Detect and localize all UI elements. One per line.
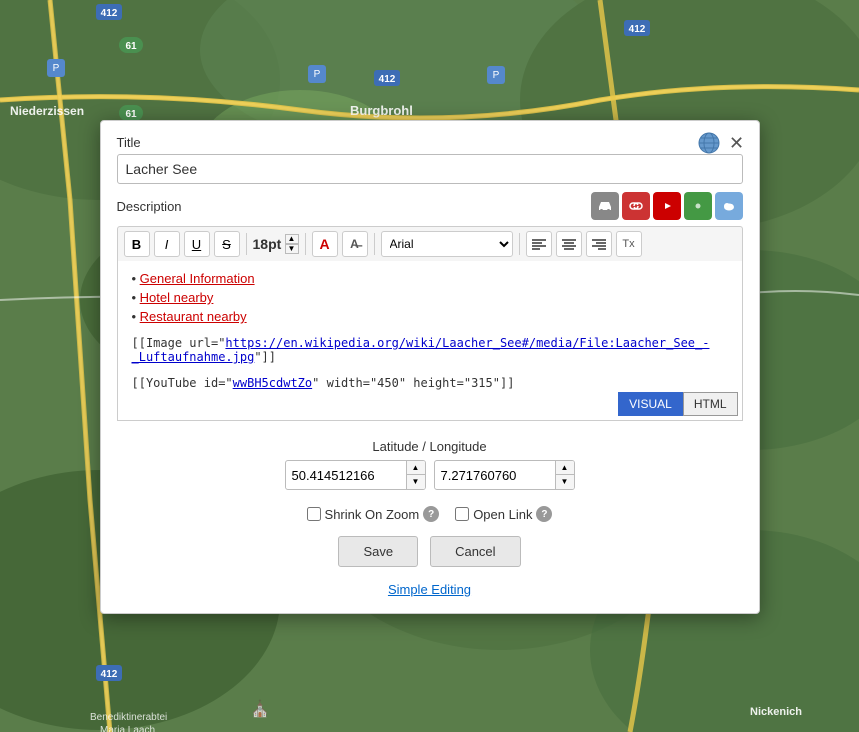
html-view-button[interactable]: HTML: [683, 392, 738, 416]
youtube-id[interactable]: wwBH5cdwtZo: [233, 376, 312, 390]
shrink-checkbox[interactable]: [307, 507, 321, 521]
description-section: Description: [101, 192, 759, 429]
description-label: Description: [117, 199, 182, 214]
youtube-icon-button[interactable]: [653, 192, 681, 220]
underline-button[interactable]: U: [184, 231, 210, 257]
restaurant-link[interactable]: Restaurant nearby: [140, 309, 247, 324]
photo-icon-button[interactable]: [684, 192, 712, 220]
desc-icon-group: [591, 192, 743, 220]
list-item-hotel: Hotel nearby: [132, 290, 728, 305]
lng-spinners: ▲ ▼: [555, 461, 574, 489]
edit-modal: ✕ Title Description: [100, 120, 760, 614]
lat-down[interactable]: ▼: [407, 475, 425, 489]
longitude-input-group: ▲ ▼: [434, 460, 575, 490]
car-icon-button[interactable]: [591, 192, 619, 220]
toolbar-sep-3: [374, 233, 375, 255]
open-link-help-icon[interactable]: ?: [536, 506, 552, 522]
link-icon-button[interactable]: [622, 192, 650, 220]
text-clear-button[interactable]: A̶: [342, 231, 368, 257]
desc-header: Description: [117, 192, 743, 220]
simple-editing-row: Simple Editing: [101, 575, 759, 613]
latitude-input[interactable]: [286, 463, 406, 488]
align-left-button[interactable]: [526, 231, 552, 257]
font-family-select[interactable]: Arial Times New Roman Courier: [381, 231, 513, 257]
list-item-general: General Information: [132, 271, 728, 286]
align-right-button[interactable]: [586, 231, 612, 257]
save-button[interactable]: Save: [338, 536, 418, 567]
lng-down[interactable]: ▼: [556, 475, 574, 489]
align-center-button[interactable]: [556, 231, 582, 257]
strikethrough-button[interactable]: S: [214, 231, 240, 257]
bold-button[interactable]: B: [124, 231, 150, 257]
clear-format-button[interactable]: Tx: [616, 231, 642, 257]
text-color-button[interactable]: A: [312, 231, 338, 257]
lat-spinners: ▲ ▼: [406, 461, 425, 489]
image-code: [[Image url="https://en.wikipedia.org/wi…: [132, 336, 728, 364]
image-url[interactable]: https://en.wikipedia.org/wiki/Laacher_Se…: [132, 336, 710, 364]
open-link-checkbox[interactable]: [455, 507, 469, 521]
modal-header: Title: [101, 121, 759, 192]
latlng-label: Latitude / Longitude: [117, 439, 743, 454]
shrink-option: Shrink On Zoom ?: [307, 506, 440, 522]
font-size-down[interactable]: ▼: [285, 244, 299, 254]
toolbar-sep-4: [519, 233, 520, 255]
toolbar-sep-1: [246, 233, 247, 255]
font-size-group: 18pt ▲ ▼: [253, 234, 299, 254]
simple-editing-link[interactable]: Simple Editing: [388, 582, 471, 597]
list-item-restaurant: Restaurant nearby: [132, 309, 728, 324]
editor-content[interactable]: General Information Hotel nearby Restaur…: [117, 261, 743, 421]
youtube-code: [[YouTube id="wwBH5cdwtZo" width="450" h…: [132, 376, 728, 390]
cancel-button[interactable]: Cancel: [430, 536, 520, 567]
font-size-spinners: ▲ ▼: [285, 234, 299, 254]
longitude-input[interactable]: [435, 463, 555, 488]
cloud-icon-button[interactable]: [715, 192, 743, 220]
lat-up[interactable]: ▲: [407, 461, 425, 475]
font-size-display: 18pt: [253, 236, 283, 252]
visual-view-button[interactable]: VISUAL: [618, 392, 683, 416]
options-row: Shrink On Zoom ? Open Link ?: [101, 500, 759, 528]
font-size-up[interactable]: ▲: [285, 234, 299, 244]
view-toggle: VISUAL HTML: [618, 392, 737, 416]
editor-list: General Information Hotel nearby Restaur…: [132, 271, 728, 324]
general-info-link[interactable]: General Information: [140, 271, 255, 286]
latlng-inputs: ▲ ▼ ▲ ▼: [117, 460, 743, 490]
lng-up[interactable]: ▲: [556, 461, 574, 475]
action-row: Save Cancel: [101, 528, 759, 575]
title-label: Title: [117, 135, 743, 150]
toolbar-sep-2: [305, 233, 306, 255]
hotel-link[interactable]: Hotel nearby: [140, 290, 214, 305]
italic-button[interactable]: I: [154, 231, 180, 257]
modal-overlay: ✕ Title Description: [0, 0, 859, 732]
shrink-label: Shrink On Zoom: [325, 507, 420, 522]
latlng-section: Latitude / Longitude ▲ ▼ ▲ ▼: [101, 429, 759, 500]
open-link-label: Open Link: [473, 507, 532, 522]
editor-toolbar: B I U S 18pt ▲ ▼ A A̶ Arial Ti: [117, 226, 743, 261]
shrink-help-icon[interactable]: ?: [423, 506, 439, 522]
open-link-option: Open Link ?: [455, 506, 552, 522]
title-input[interactable]: [117, 154, 743, 184]
latitude-input-group: ▲ ▼: [285, 460, 426, 490]
